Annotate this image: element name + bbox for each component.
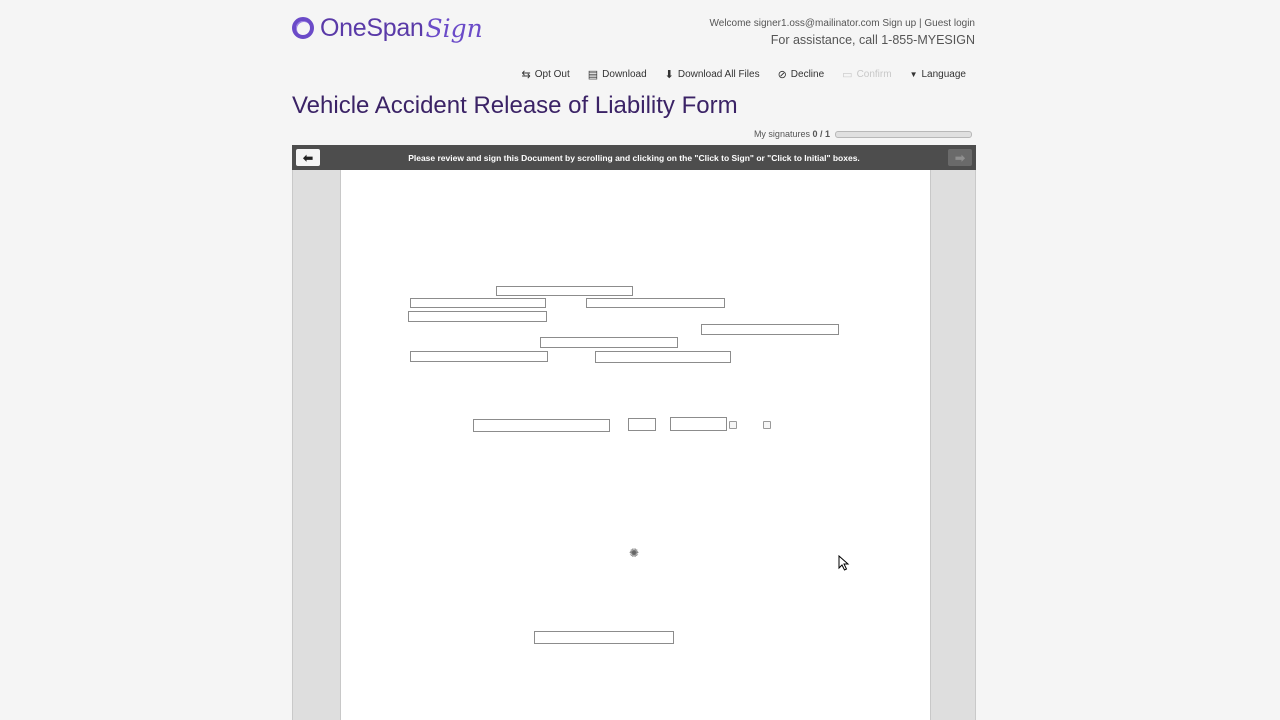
checkbox[interactable]: [729, 421, 737, 429]
logo-text-onespan: OneSpan: [320, 13, 424, 42]
checkbox[interactable]: [763, 421, 771, 429]
instructions-bar: ⬅ Please review and sign this Document b…: [292, 145, 976, 170]
signatures-label: My signatures: [753, 129, 810, 139]
opt-out-icon: ⇆: [521, 69, 531, 81]
form-field[interactable]: [540, 337, 678, 348]
caret-down-icon: ▼: [909, 70, 918, 79]
document-title: Vehicle Accident Release of Liability Fo…: [292, 92, 738, 119]
welcome-text: Welcome signer1.oss@mailinator.com: [709, 18, 880, 29]
signature-progress-bar: [835, 131, 972, 138]
opt-out-label: Opt Out: [534, 69, 570, 80]
form-field[interactable]: [595, 351, 731, 363]
form-field[interactable]: [410, 298, 546, 308]
welcome-line: Welcome signer1.oss@mailinator.com Sign …: [710, 18, 976, 29]
opt-out-button[interactable]: ⇆ Opt Out: [522, 68, 570, 81]
toolbar: ⇆ Opt Out ▤ Download ⬇ Download All File…: [504, 68, 966, 81]
decline-button[interactable]: ⊘ Decline: [778, 68, 825, 81]
loading-spinner-icon: ✺: [629, 546, 640, 560]
signature-counter: My signatures 0 / 1: [754, 129, 830, 139]
download-label: Download: [602, 69, 647, 80]
form-field[interactable]: [586, 298, 725, 308]
form-field[interactable]: [628, 418, 656, 431]
sign-up-link[interactable]: Sign up: [882, 18, 916, 29]
form-field[interactable]: [701, 324, 839, 335]
form-field[interactable]: [473, 419, 610, 432]
next-button[interactable]: ➡: [948, 149, 972, 166]
confirm-label: Confirm: [856, 69, 892, 80]
download-arrow-icon: ⬇: [664, 69, 674, 81]
form-field[interactable]: [410, 351, 548, 362]
logo-mark-icon: [292, 17, 314, 39]
assistance-text: For assistance, call 1-855-MYESIGN: [770, 33, 975, 47]
form-field[interactable]: [670, 417, 727, 431]
language-dropdown[interactable]: ▼ Language: [910, 69, 966, 80]
decline-label: Decline: [790, 69, 825, 80]
arrow-left-icon: ⬅: [302, 150, 314, 165]
download-all-button[interactable]: ⬇ Download All Files: [665, 68, 760, 81]
document-icon: ▤: [587, 69, 599, 81]
download-all-label: Download All Files: [677, 69, 760, 80]
instructions-text: Please review and sign this Document by …: [408, 152, 860, 163]
language-label: Language: [921, 69, 967, 80]
guest-login-link[interactable]: Guest login: [924, 18, 975, 29]
logo-text-sign: Sign: [425, 13, 483, 43]
confirm-button[interactable]: ▭ Confirm: [842, 68, 891, 81]
form-field[interactable]: [408, 311, 547, 322]
mouse-cursor-icon: [838, 555, 850, 571]
confirm-icon: ▭: [842, 69, 853, 81]
separator: |: [919, 18, 922, 29]
signature-field[interactable]: [534, 631, 674, 644]
download-button[interactable]: ▤ Download: [588, 68, 647, 81]
onespan-sign-logo: OneSpan Sign: [292, 12, 483, 44]
previous-button[interactable]: ⬅: [296, 149, 320, 166]
signatures-count: 0 / 1: [812, 129, 830, 139]
form-field[interactable]: [496, 286, 633, 296]
arrow-right-icon: ➡: [954, 150, 966, 165]
decline-icon: ⊘: [777, 69, 787, 81]
